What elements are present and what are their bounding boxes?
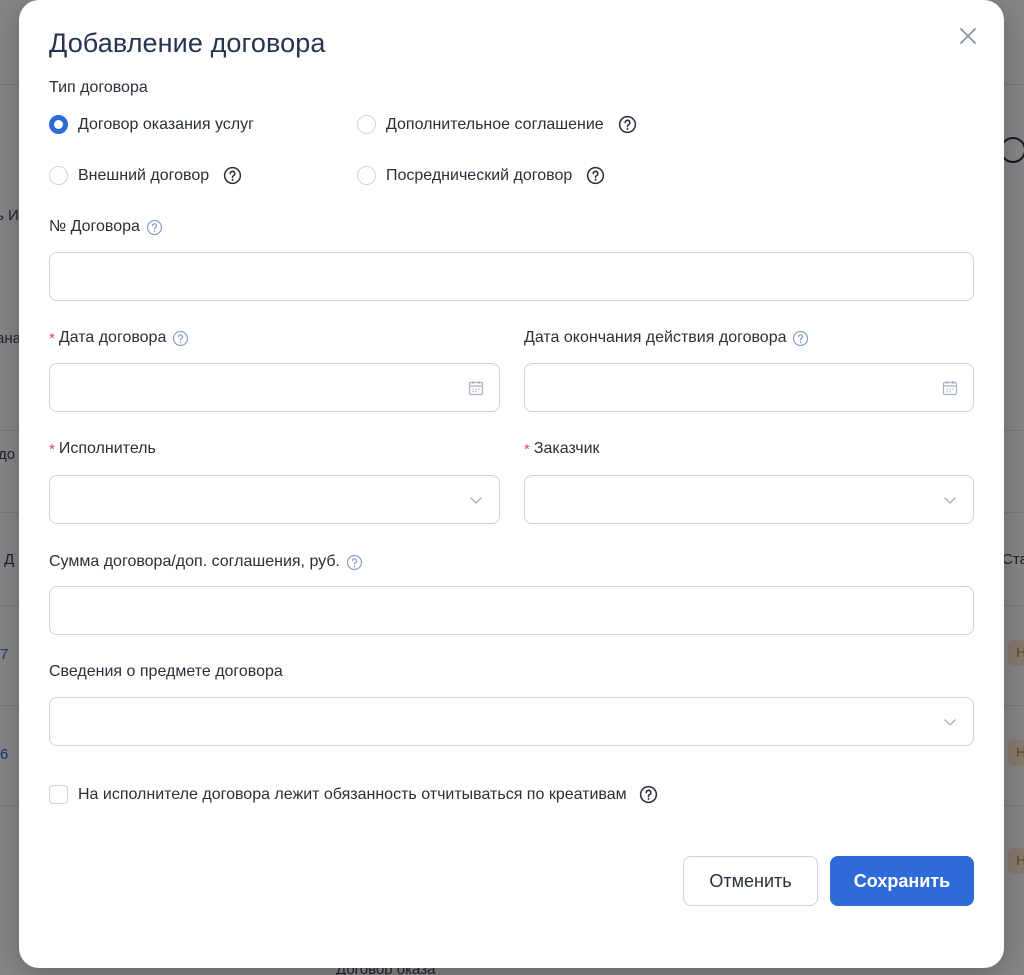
contract-end-date-label: Дата окончания действия договора [524,329,809,347]
help-icon[interactable] [172,330,189,347]
creatives-report-checkbox-row[interactable]: На исполнителе договора лежит обязанност… [49,785,658,804]
contract-date-input[interactable] [50,364,499,411]
cancel-button[interactable]: Отменить [683,856,818,906]
radio-label: Договор оказания услуг [78,115,254,133]
amount-input[interactable] [50,587,973,634]
contract-date-field[interactable] [49,363,500,412]
contract-number-field[interactable] [49,252,974,301]
calendar-icon[interactable] [467,379,485,397]
modal-title: Добавление договора [49,28,326,58]
amount-field[interactable] [49,586,974,635]
customer-select-value[interactable] [525,476,973,523]
radio-additional-agreement[interactable]: Дополнительное соглашение [357,115,637,134]
executor-select[interactable] [49,475,500,524]
amount-label-text: Сумма договора/доп. соглашения, руб. [49,553,340,570]
save-button[interactable]: Сохранить [830,856,974,906]
contract-number-label: № Договора [49,218,163,236]
customer-label-text: Заказчик [533,440,600,457]
subject-select[interactable] [49,697,974,746]
radio-button[interactable] [357,115,376,134]
radio-button-checked[interactable] [49,115,68,134]
radio-intermediary-contract[interactable]: Посреднический договор [357,166,605,185]
close-icon[interactable] [957,25,979,47]
contract-date-label: * Дата договора [49,329,189,347]
subject-label-text: Сведения о предмете договора [49,663,283,680]
executor-label-text: Исполнитель [58,440,156,457]
chevron-down-icon[interactable] [941,713,959,731]
radio-label: Дополнительное соглашение [386,115,604,133]
contract-number-input[interactable] [50,253,973,300]
contract-type-label: Тип договора [49,79,148,97]
radio-label: Внешний договор [78,166,210,184]
help-icon[interactable] [146,219,163,236]
add-contract-modal: Добавление договора Тип договора Договор… [19,0,1004,968]
contract-end-date-label-text: Дата окончания действия договора [524,329,787,346]
chevron-down-icon[interactable] [941,491,959,509]
required-marker: * [49,329,55,347]
subject-select-value[interactable] [50,698,973,745]
help-icon[interactable] [223,166,242,185]
customer-select[interactable] [524,475,974,524]
contract-date-label-text: Дата договора [58,329,167,346]
calendar-icon[interactable] [941,379,959,397]
help-icon[interactable] [586,166,605,185]
chevron-down-icon[interactable] [467,491,485,509]
help-icon[interactable] [792,330,809,347]
radio-button[interactable] [357,166,376,185]
contract-type-label-text: Тип договора [49,79,148,96]
contract-number-label-text: № Договора [49,218,140,235]
radio-external-contract[interactable]: Внешний договор [49,166,242,185]
amount-label: Сумма договора/доп. соглашения, руб. [49,553,363,571]
contract-end-date-field[interactable] [524,363,974,412]
help-icon[interactable] [346,554,363,571]
subject-label: Сведения о предмете договора [49,663,283,681]
radio-service-contract[interactable]: Договор оказания услуг [49,115,254,134]
executor-select-value[interactable] [50,476,499,523]
help-icon[interactable] [618,115,637,134]
customer-label: * Заказчик [524,440,600,458]
radio-label: Посреднический договор [386,166,573,184]
required-marker: * [49,440,55,458]
executor-label: * Исполнитель [49,440,156,458]
creatives-report-label: На исполнителе договора лежит обязанност… [78,785,627,803]
creatives-report-checkbox[interactable] [49,785,68,804]
radio-button[interactable] [49,166,68,185]
help-icon[interactable] [639,785,658,804]
contract-end-date-input[interactable] [525,364,973,411]
required-marker: * [524,440,530,458]
